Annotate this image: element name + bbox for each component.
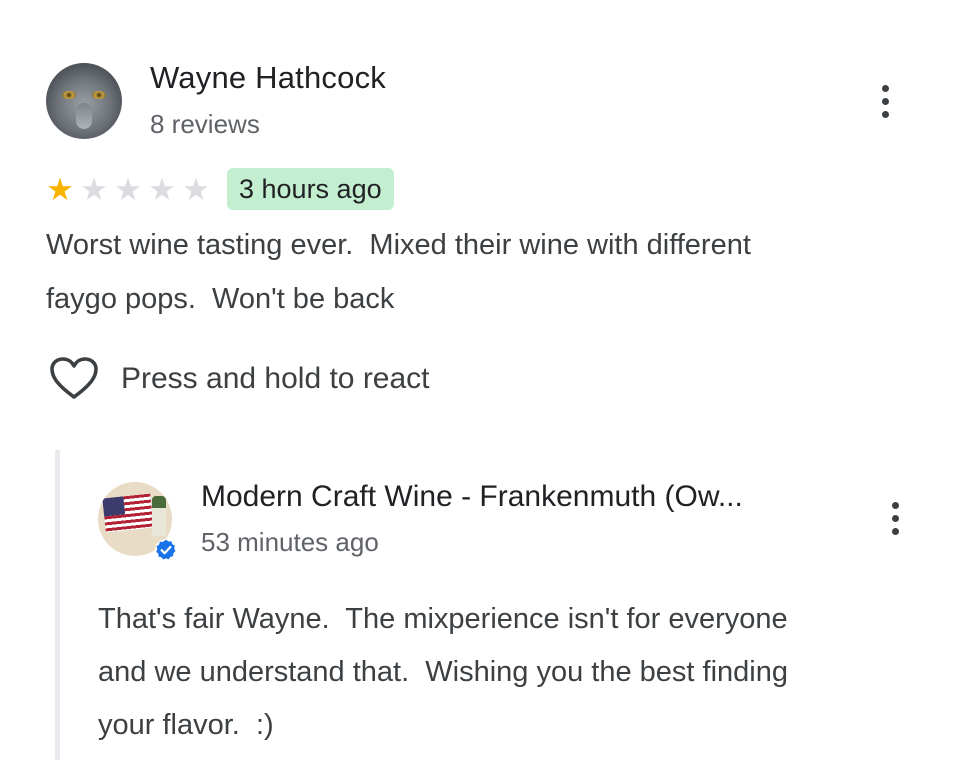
avatar-eye-left xyxy=(62,91,76,99)
flag-image xyxy=(102,493,154,533)
react-button[interactable]: Press and hold to react xyxy=(50,356,430,402)
star-empty-icon: ★ xyxy=(114,172,142,207)
avatar-eye-right xyxy=(92,91,106,99)
more-vert-icon xyxy=(891,501,899,509)
react-label: Press and hold to react xyxy=(121,362,430,395)
review-time-badge: 3 hours ago xyxy=(227,168,394,210)
star-rating: ★ ★ ★ ★ ★ xyxy=(44,172,212,208)
reviewer-avatar[interactable] xyxy=(46,63,122,139)
review-more-options-button[interactable] xyxy=(873,79,897,123)
reply-more-options-button[interactable] xyxy=(883,496,907,540)
star-empty-icon: ★ xyxy=(80,172,108,207)
reply-indent-bar xyxy=(55,450,60,760)
owner-reply: Modern Craft Wine - Frankenmuth (Ow... 5… xyxy=(0,450,960,760)
owner-reply-time: 53 minutes ago xyxy=(201,527,379,557)
bottle-image xyxy=(152,496,166,536)
star-filled-icon: ★ xyxy=(46,172,74,207)
reviewer-review-count: 8 reviews xyxy=(150,109,260,139)
owner-name[interactable]: Modern Craft Wine - Frankenmuth (Ow... xyxy=(201,480,841,514)
owner-avatar[interactable] xyxy=(98,482,177,561)
heart-outline-icon xyxy=(50,357,98,399)
owner-reply-text: That's fair Wayne. The mixperience isn't… xyxy=(98,603,788,741)
reviewer-name[interactable]: Wayne Hathcock xyxy=(150,60,386,96)
star-empty-icon: ★ xyxy=(148,172,176,207)
avatar-snout xyxy=(76,103,92,129)
review-text: Worst wine tasting ever. Mixed their win… xyxy=(46,229,751,315)
more-vert-icon xyxy=(881,84,889,92)
review-card: Wayne Hathcock 8 reviews ★ ★ ★ ★ ★ 3 hours a… xyxy=(0,0,960,420)
verified-badge-icon xyxy=(155,539,177,561)
star-empty-icon: ★ xyxy=(182,172,210,207)
